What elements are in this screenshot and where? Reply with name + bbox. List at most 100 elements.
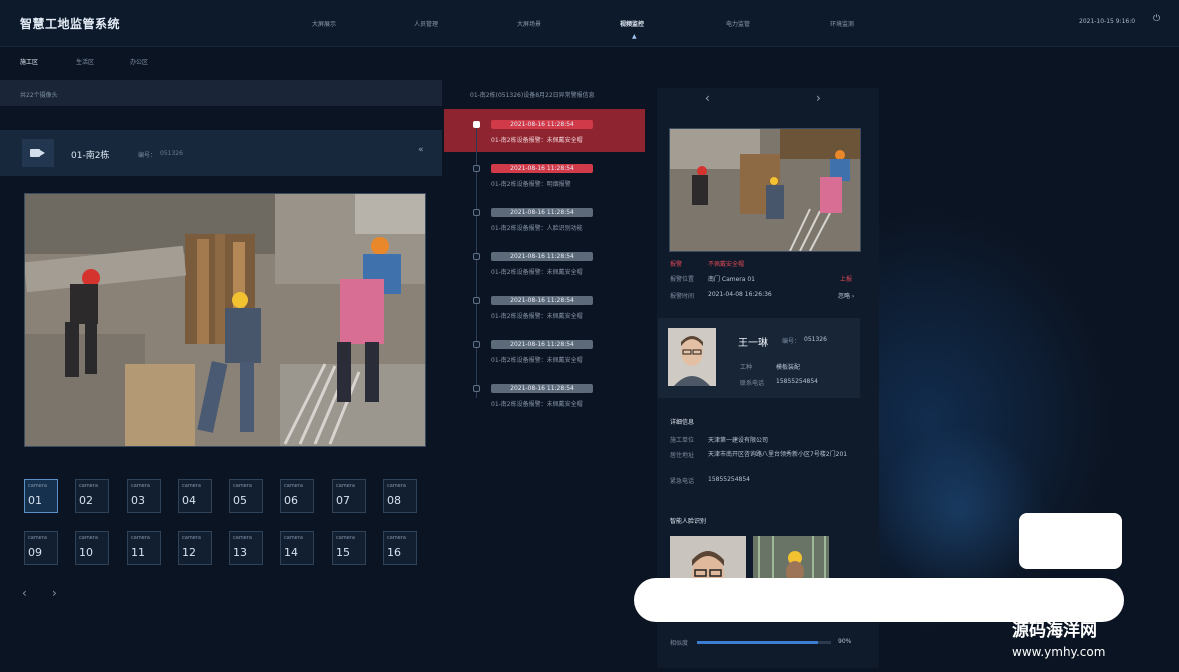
- carousel-next-icon[interactable]: ›: [816, 91, 821, 105]
- camera-button-label: camera: [336, 483, 355, 489]
- company-value: 天津第一建设有限公司: [708, 437, 769, 444]
- alert-snapshot[interactable]: [669, 128, 861, 252]
- camera-button-number: 12: [182, 546, 196, 559]
- construction-site-scene: [25, 194, 425, 446]
- camera-button-10[interactable]: camera 10: [75, 531, 109, 565]
- alert-description[interactable]: 01-南2栋设备报警：未佩戴安全帽: [491, 399, 583, 408]
- alert-timestamp[interactable]: 2021-08-16 11:28:54: [491, 296, 593, 305]
- similarity-value: 90%: [838, 638, 852, 645]
- alert-description[interactable]: 01-南2栋设备报警：未佩戴安全帽: [491, 267, 583, 276]
- alarm-time-label: 报警时间: [670, 293, 695, 300]
- alert-description[interactable]: 01-南2栋设备报警：未佩戴安全帽: [491, 355, 583, 364]
- camera-button-11[interactable]: camera 11: [127, 531, 161, 565]
- carousel-prev-icon[interactable]: ‹: [705, 91, 710, 105]
- alert-timestamp[interactable]: 2021-08-16 11:28:54: [491, 340, 593, 349]
- camera-button-number: 05: [233, 494, 247, 507]
- app-title: 智慧工地监管系统: [20, 17, 121, 31]
- camera-button-label: camera: [387, 535, 406, 541]
- camera-button-07[interactable]: camera 07: [332, 479, 366, 513]
- alert-timestamp[interactable]: 2021-08-16 11:28:54: [491, 252, 593, 261]
- camera-page-prev-icon[interactable]: ‹: [22, 586, 27, 600]
- alert-description[interactable]: 01-南2栋设备报警：明烟报警: [491, 179, 571, 188]
- camera-button-number: 16: [387, 546, 401, 559]
- address-label: 居住地址: [670, 452, 695, 459]
- camera-button-number: 04: [182, 494, 196, 507]
- location-value: 南门 Camera 01: [708, 276, 755, 283]
- camera-button-16[interactable]: camera 16: [383, 531, 417, 565]
- alarm-label: 报警: [670, 261, 683, 268]
- video-camera-icon-lens: [40, 150, 45, 156]
- timeline-dot-icon: [473, 385, 480, 392]
- camera-button-number: 06: [284, 494, 298, 507]
- camera-button-15[interactable]: camera 15: [332, 531, 366, 565]
- nav-item-personnel[interactable]: 人员管理: [414, 19, 438, 28]
- alert-timestamp[interactable]: 2021-08-16 11:28:54: [491, 164, 593, 173]
- camera-button-label: camera: [284, 535, 303, 541]
- emergency-value: 15855254854: [708, 476, 750, 483]
- camera-button-number: 02: [79, 494, 93, 507]
- nav-item-scene[interactable]: 大屏场景: [517, 19, 541, 28]
- camera-button-number: 13: [233, 546, 247, 559]
- job-value: 模板装配: [776, 364, 801, 371]
- timeline-dot-icon: [473, 165, 480, 172]
- collapse-double-chevron-icon[interactable]: «: [418, 145, 424, 155]
- camera-button-05[interactable]: camera 05: [229, 479, 263, 513]
- person-code-label: 编号：: [782, 338, 801, 345]
- emergency-label: 紧急电话: [670, 478, 695, 485]
- camera-button-label: camera: [79, 535, 98, 541]
- alert-timestamp[interactable]: 2021-08-16 11:28:54: [491, 208, 593, 217]
- alert-timestamp[interactable]: 2021-08-16 11:28:54: [491, 384, 593, 393]
- camera-button-04[interactable]: camera 04: [178, 479, 212, 513]
- camera-button-number: 08: [387, 494, 401, 507]
- camera-button-03[interactable]: camera 03: [127, 479, 161, 513]
- camera-count-text: 共22个摄像头: [20, 92, 58, 99]
- top-header: [0, 0, 1179, 47]
- ignore-link[interactable]: 忽略 ›: [838, 291, 854, 300]
- nav-item-environment[interactable]: 环境监测: [830, 19, 854, 28]
- active-nav-caret-icon: ▲: [632, 33, 637, 40]
- camera-button-label: camera: [182, 535, 201, 541]
- subtab-office[interactable]: 办公区: [130, 57, 148, 66]
- nav-item-video[interactable]: 视频监控: [620, 19, 644, 28]
- person-code-value: 051326: [804, 336, 827, 343]
- power-icon[interactable]: ⏻: [1153, 15, 1162, 24]
- camera-button-09[interactable]: camera 09: [24, 531, 58, 565]
- camera-header: [0, 130, 442, 176]
- camera-button-label: camera: [28, 483, 47, 489]
- nav-item-dashboard[interactable]: 大屏展示: [312, 19, 336, 28]
- alert-timestamp[interactable]: 2021-08-16 11:28:54: [491, 120, 593, 129]
- nav-item-power[interactable]: 电力监管: [726, 19, 750, 28]
- camera-button-01[interactable]: camera 01: [24, 479, 58, 513]
- camera-button-08[interactable]: camera 08: [383, 479, 417, 513]
- timeline-dot-icon: [473, 253, 480, 260]
- timeline-dot-icon: [473, 209, 480, 216]
- subtab-living[interactable]: 生活区: [76, 57, 94, 66]
- camera-button-number: 01: [28, 494, 42, 507]
- alert-description[interactable]: 01-南2栋设备报警：未佩戴安全帽: [491, 311, 583, 320]
- camera-button-number: 09: [28, 546, 42, 559]
- similarity-label: 相似度: [670, 640, 689, 647]
- alert-snapshot-scene: [670, 129, 860, 251]
- camera-button-number: 15: [336, 546, 350, 559]
- camera-button-14[interactable]: camera 14: [280, 531, 314, 565]
- camera-button-label: camera: [233, 535, 252, 541]
- person-name: 王一琳: [738, 338, 768, 349]
- phone-value: 15855254854: [776, 378, 818, 385]
- camera-button-13[interactable]: camera 13: [229, 531, 263, 565]
- camera-button-06[interactable]: camera 06: [280, 479, 314, 513]
- camera-button-12[interactable]: camera 12: [178, 531, 212, 565]
- header-datetime: 2021-10-15 9:16:0: [1079, 18, 1136, 25]
- camera-page-next-icon[interactable]: ›: [52, 586, 57, 600]
- camera-button-label: camera: [182, 483, 201, 489]
- alert-description[interactable]: 01-南2栋设备报警：未佩戴安全帽: [491, 135, 583, 144]
- person-avatar: [668, 328, 716, 386]
- subtab-construction[interactable]: 施工区: [20, 57, 38, 66]
- watermark-url: www.ymhy.com: [1012, 645, 1106, 659]
- person-avatar-portrait: [668, 328, 716, 386]
- video-camera-icon-body: [30, 149, 40, 157]
- camera-count-bar: [0, 80, 442, 106]
- report-button[interactable]: 上报: [840, 274, 852, 283]
- alert-description[interactable]: 01-南2栋设备报警：人脸识别功能: [491, 223, 583, 232]
- video-feed[interactable]: [24, 193, 426, 447]
- camera-button-02[interactable]: camera 02: [75, 479, 109, 513]
